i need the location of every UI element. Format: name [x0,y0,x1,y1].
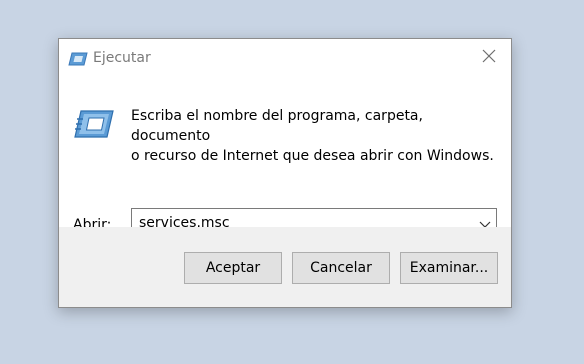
run-icon [68,51,88,66]
dialog-body: Escriba el nombre del programa, carpeta,… [59,77,511,238]
close-button[interactable] [467,39,511,75]
button-bar: Aceptar Cancelar Examinar... [59,227,511,307]
cancel-button[interactable]: Cancelar [292,252,390,284]
run-dialog: Ejecutar Escriba el nombre del programa, [58,38,512,308]
title-bar[interactable]: Ejecutar [59,39,511,77]
window-title: Ejecutar [93,50,151,66]
run-program-icon [73,109,115,139]
prompt-line-2: o recurso de Internet que desea abrir co… [131,148,494,164]
browse-button[interactable]: Examinar... [400,252,498,284]
prompt-message: Escriba el nombre del programa, carpeta,… [131,106,501,166]
close-icon [482,48,496,67]
accept-button[interactable]: Aceptar [184,252,282,284]
prompt-line-1: Escriba el nombre del programa, carpeta,… [131,108,423,144]
